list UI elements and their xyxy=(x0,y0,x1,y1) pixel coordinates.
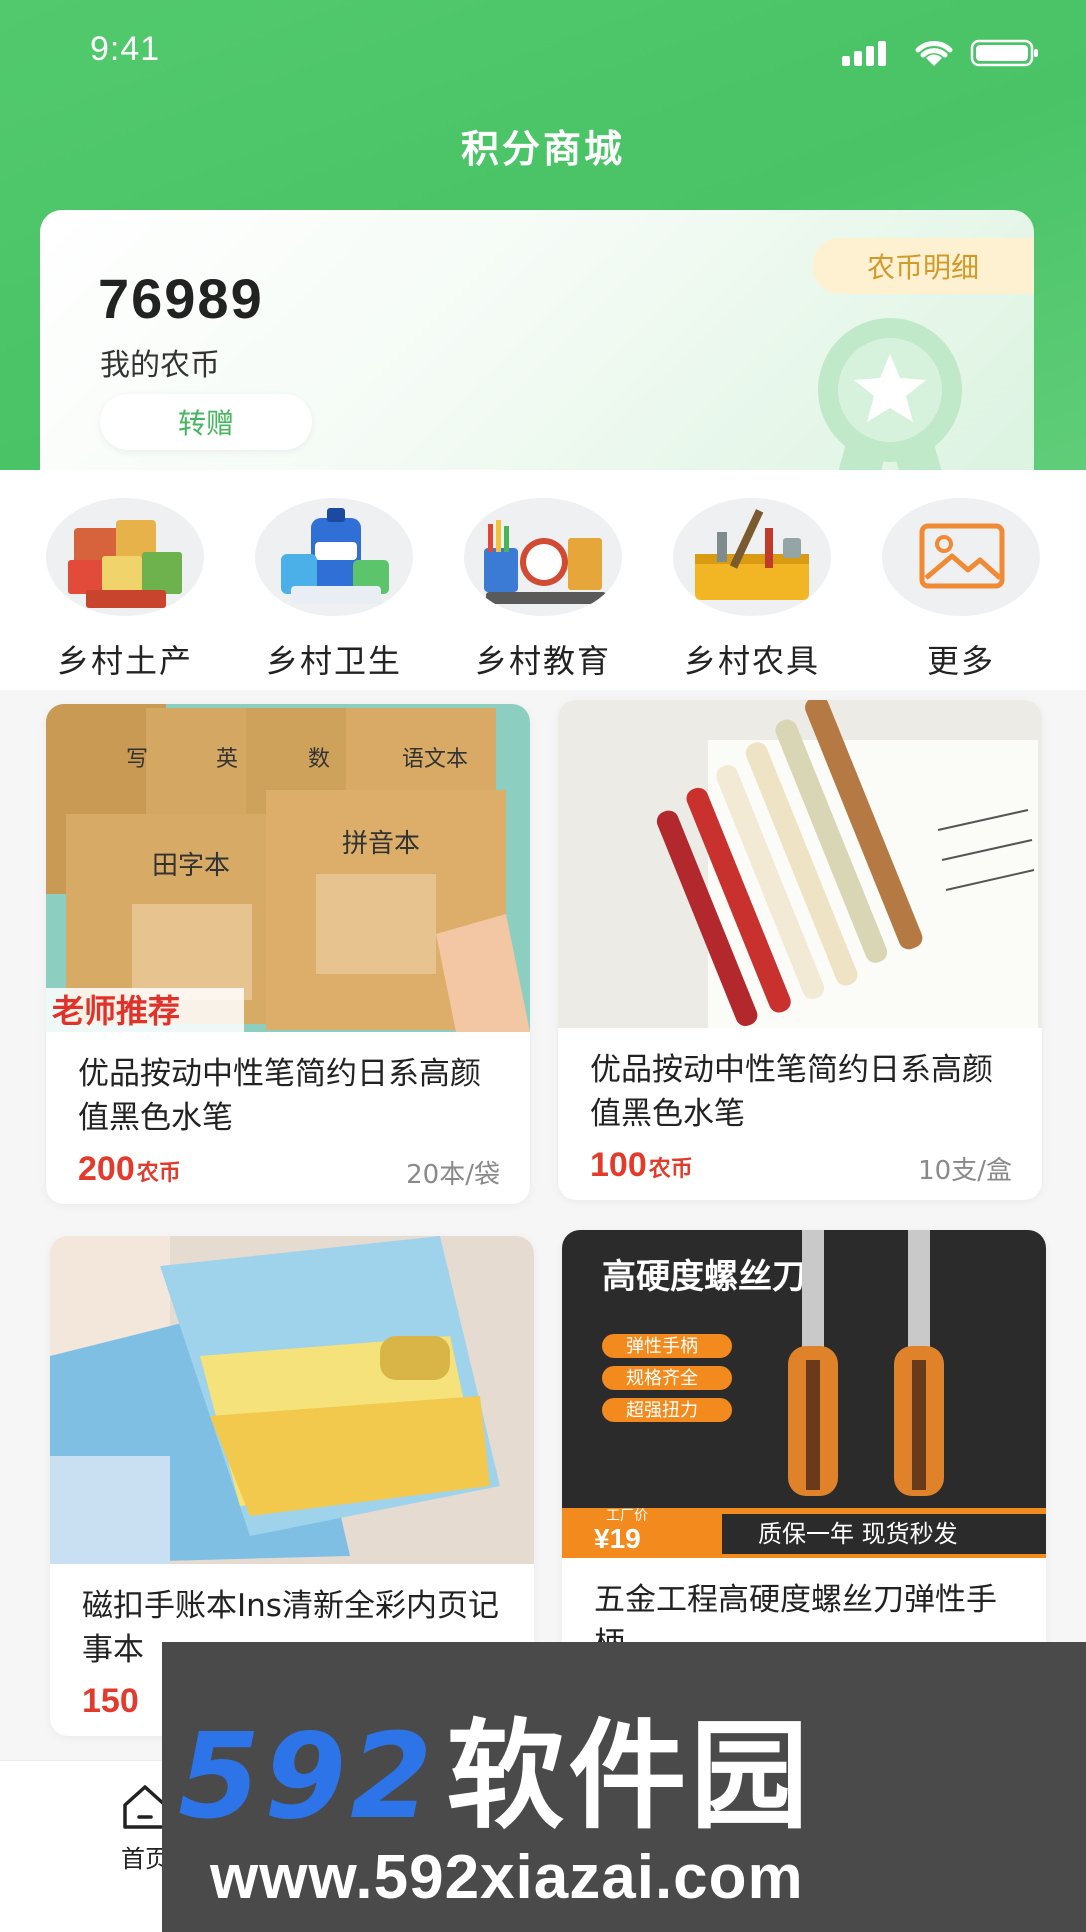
product-image-pens xyxy=(558,700,1042,1028)
app-root: 9:41 积分商城 76989 我的农币 转赠 农币明细 乡村土产 乡村卫生 乡… xyxy=(0,0,1086,1932)
category-more[interactable]: 更多 xyxy=(866,498,1056,682)
product-price: 150 xyxy=(82,1682,139,1720)
product-footer: 200农币 20本/袋 xyxy=(46,1140,530,1204)
product-card[interactable]: 田字本 拼音本 语文本 数 英 写 老师推荐 优品按动中性笔简约日系高颜值黑色水… xyxy=(46,704,530,1204)
product-name: 优品按动中性笔简约日系高颜值黑色水笔 xyxy=(590,1052,993,1132)
product-card[interactable]: 优品按动中性笔简约日系高颜值黑色水笔 100农币 10支/盒 xyxy=(558,700,1042,1200)
product-price: 200农币 xyxy=(78,1150,181,1188)
category-panel: 乡村土产 乡村卫生 乡村教育 乡村农具 更多 xyxy=(0,470,1086,690)
product-image-notebooks: 田字本 拼音本 语文本 数 英 写 老师推荐 xyxy=(46,704,530,1032)
stationery-image xyxy=(464,498,622,616)
category-label: 乡村农具 xyxy=(683,642,820,680)
page-title: 积分商城 xyxy=(460,127,625,171)
product-footer: 100农币 10支/盒 xyxy=(558,1136,1042,1200)
product-image-journal xyxy=(50,1236,534,1564)
notebook-label-pinyin: 拼音本 xyxy=(342,829,420,859)
teacher-recommend-badge: 老师推荐 xyxy=(52,992,180,1030)
coin-label: 我的农币 xyxy=(100,348,220,383)
coin-card: 76989 我的农币 转赠 农币明细 xyxy=(40,210,1034,500)
product-spec: 10支/盒 xyxy=(918,1156,1012,1186)
product-price: 100农币 xyxy=(590,1146,693,1184)
battery-icon xyxy=(970,39,1038,67)
coin-amount: 76989 xyxy=(98,267,264,330)
category-education[interactable]: 乡村教育 xyxy=(448,498,638,682)
coin-detail-button[interactable]: 农币明细 xyxy=(812,238,1034,294)
screwdriver-tag: 规格齐全 xyxy=(626,1368,698,1389)
watermark-url: www.592xiazai.com xyxy=(210,1843,804,1912)
product-image-screwdriver: 高硬度螺丝刀 弹性手柄 规格齐全 超强扭力 工厂价 ¥19 质保一年 现货秒发 xyxy=(562,1230,1046,1558)
notebook-label-tianzi: 田字本 xyxy=(152,851,230,881)
toolbox-image xyxy=(673,498,831,616)
factory-price: ¥19 xyxy=(594,1523,641,1554)
local-produce-image xyxy=(46,498,204,616)
status-bar: 9:41 xyxy=(0,0,1086,110)
watermark-overlay: 592软件园 www.592xiazai.com xyxy=(162,1642,1086,1932)
screwdriver-tag: 弹性手柄 xyxy=(626,1336,698,1357)
notebook-label-xie: 写 xyxy=(126,747,148,772)
category-farm-tools[interactable]: 乡村农具 xyxy=(657,498,847,682)
watermark-brand: 软件园 xyxy=(446,1707,813,1845)
image-icon xyxy=(919,523,1005,589)
watermark-logo: 592软件园 xyxy=(178,1680,812,1851)
category-row: 乡村土产 乡村卫生 乡村教育 乡村农具 更多 xyxy=(30,498,1056,682)
warranty-banner: 质保一年 现货秒发 xyxy=(758,1520,958,1548)
signal-icon xyxy=(842,41,886,66)
notebook-label-ying: 英 xyxy=(216,747,238,772)
category-label: 更多 xyxy=(926,642,995,680)
wifi-icon xyxy=(915,41,953,66)
screwdriver-tag: 超强扭力 xyxy=(626,1400,698,1421)
category-hygiene[interactable]: 乡村卫生 xyxy=(239,498,429,682)
screwdriver-image-title: 高硬度螺丝刀 xyxy=(602,1257,806,1297)
factory-price-label: 工厂价 xyxy=(606,1508,648,1524)
product-grid: 田字本 拼音本 语文本 数 英 写 老师推荐 优品按动中性笔简约日系高颜值黑色水… xyxy=(0,690,1086,1790)
more-image-placeholder xyxy=(882,498,1040,616)
category-local-produce[interactable]: 乡村土产 xyxy=(30,498,220,682)
status-icons xyxy=(842,38,1040,68)
product-spec: 20本/袋 xyxy=(406,1160,500,1190)
watermark-number: 592 xyxy=(178,1707,437,1845)
category-label: 乡村土产 xyxy=(56,642,193,680)
category-label: 乡村教育 xyxy=(474,642,611,680)
product-name: 优品按动中性笔简约日系高颜值黑色水笔 xyxy=(78,1056,481,1136)
notebook-label-yuwen: 语文本 xyxy=(402,747,468,772)
notebook-label-shu: 数 xyxy=(308,747,330,772)
category-label: 乡村卫生 xyxy=(265,642,402,680)
transfer-button[interactable]: 转赠 xyxy=(100,394,312,450)
hygiene-products-image xyxy=(255,498,413,616)
status-time: 9:41 xyxy=(90,30,161,68)
